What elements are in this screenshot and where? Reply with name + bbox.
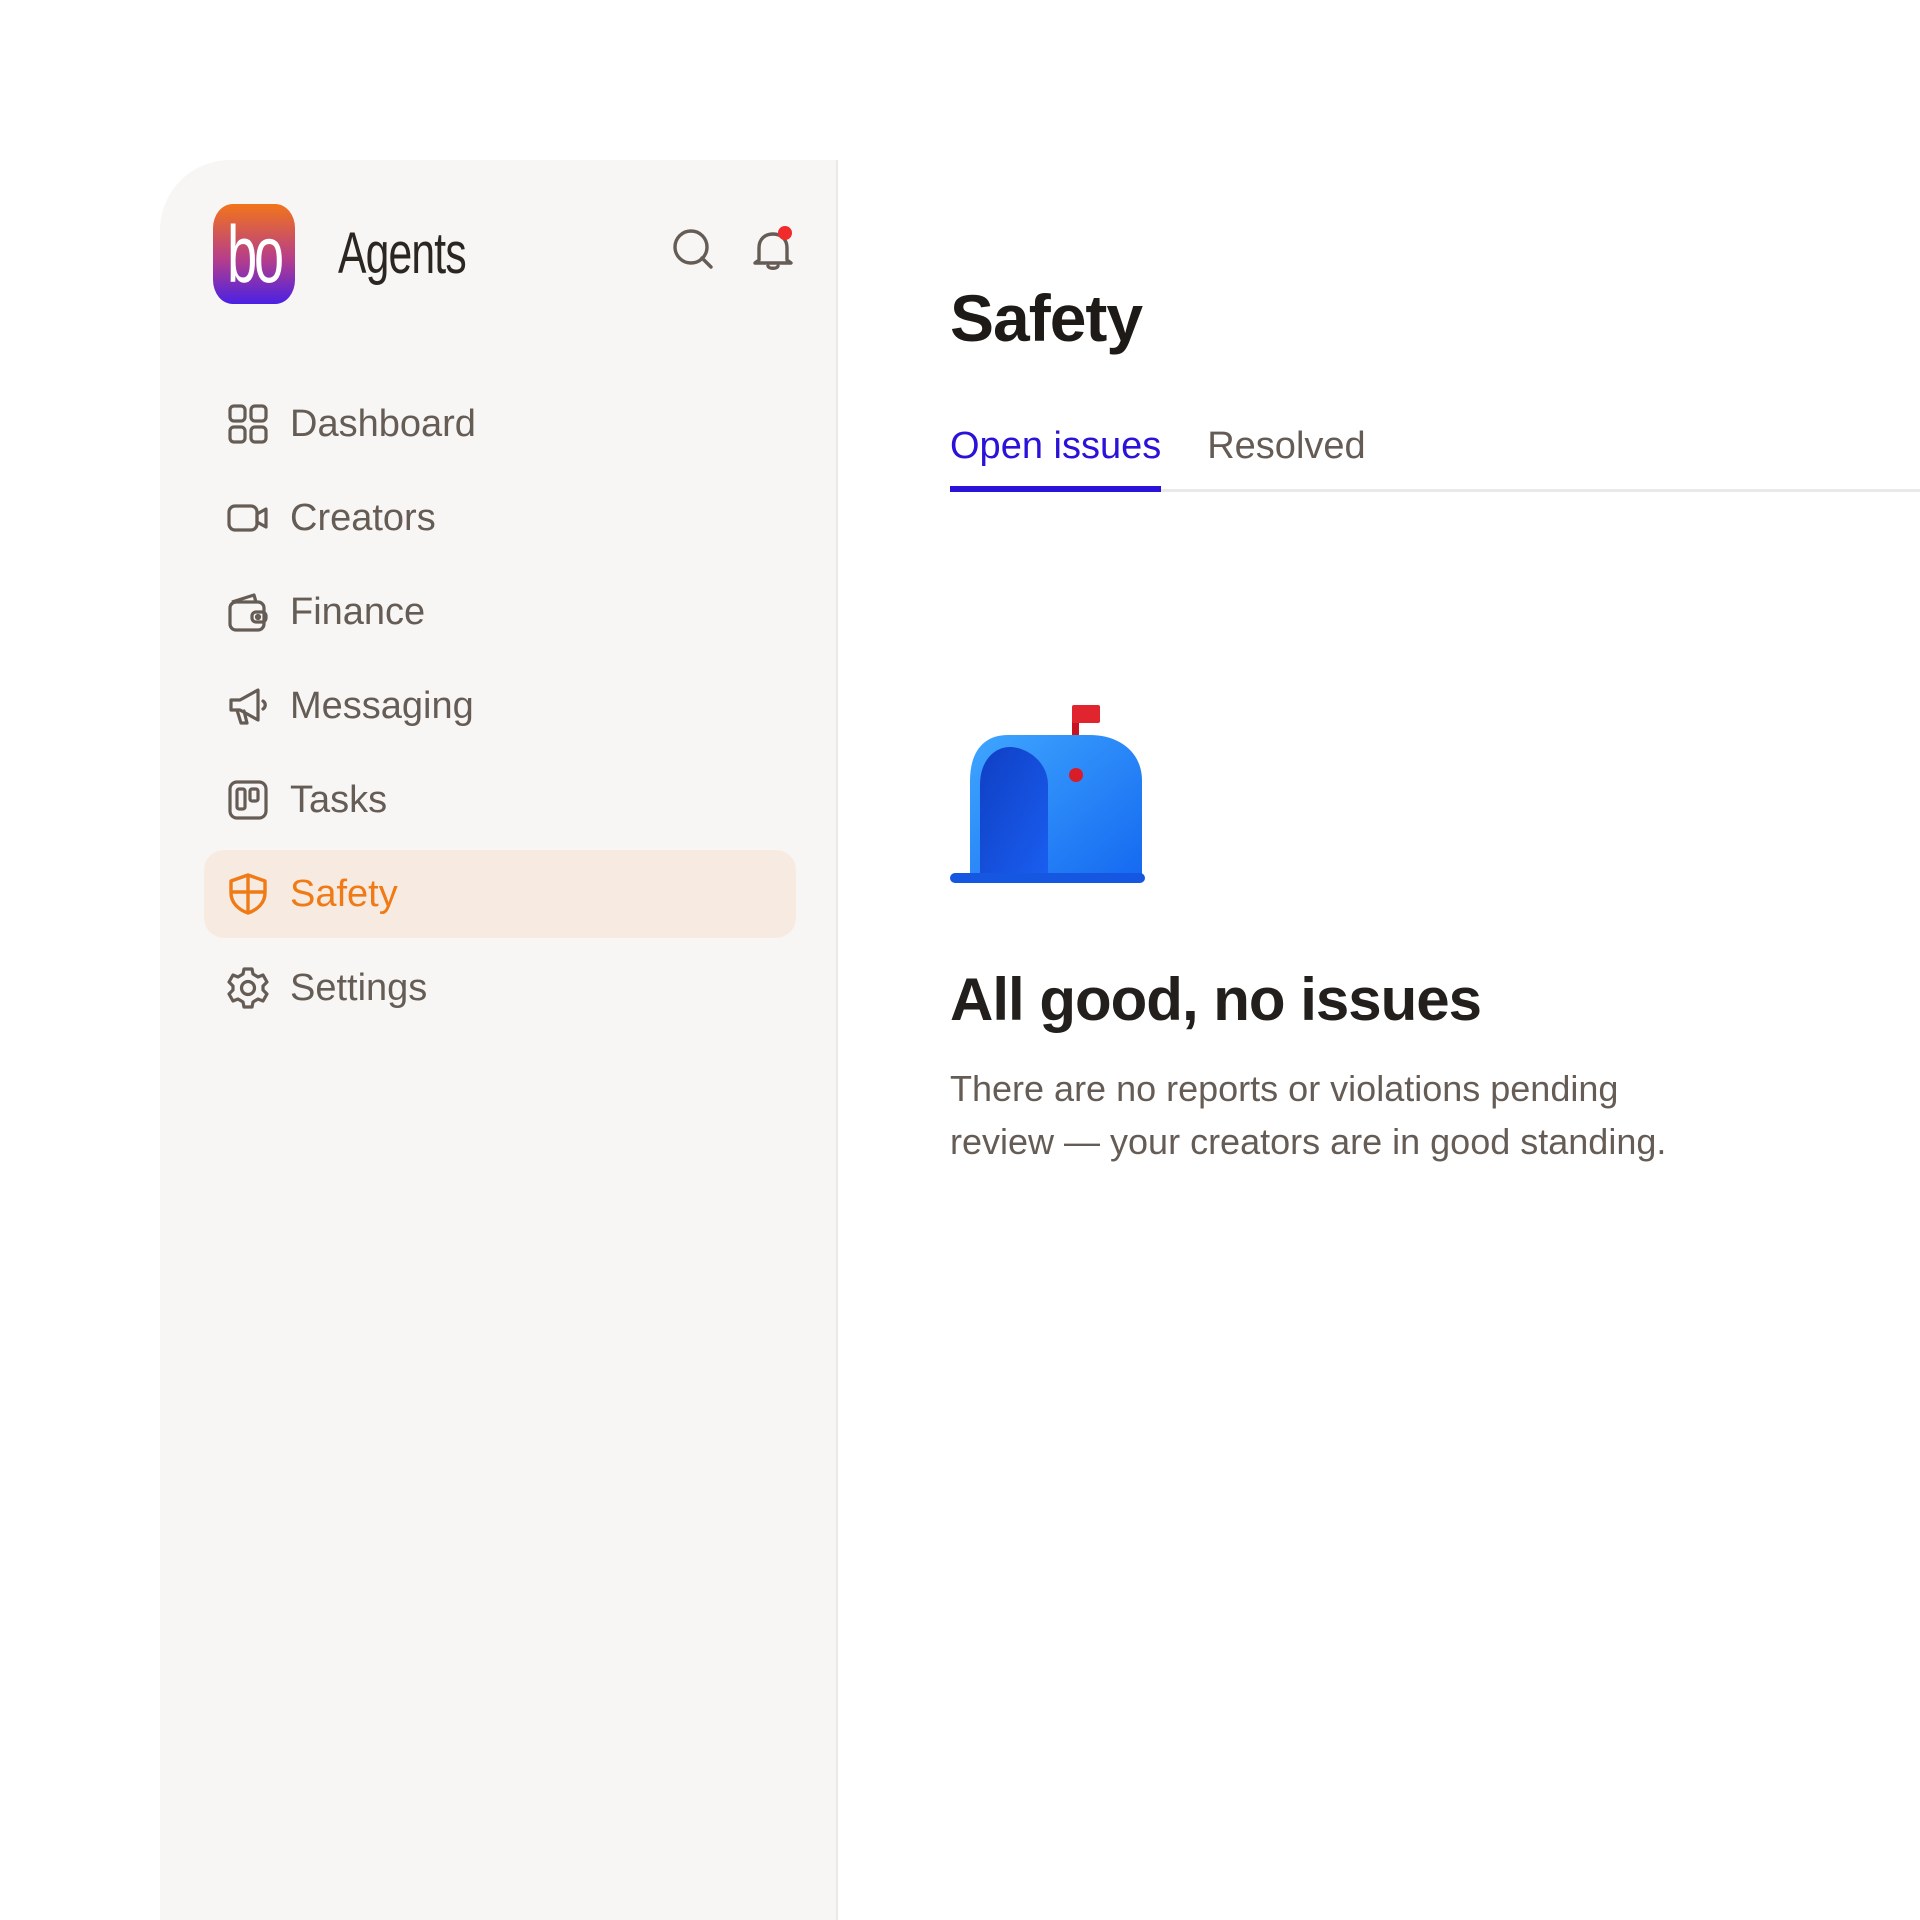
notification-dot xyxy=(778,226,792,240)
empty-state-title: All good, no issues xyxy=(950,966,1482,1033)
sidebar-item-safety[interactable]: Safety xyxy=(204,850,796,938)
shield-icon xyxy=(226,872,270,916)
sidebar-item-label: Dashboard xyxy=(290,402,476,445)
sidebar-item-label: Messaging xyxy=(290,684,474,727)
mailbox-icon xyxy=(950,705,1146,885)
sidebar-item-finance[interactable]: Finance xyxy=(204,568,796,656)
empty-state-description: There are no reports or violations pendi… xyxy=(950,1068,1667,1162)
sidebar-item-label: Creators xyxy=(290,496,436,539)
sidebar-item-dashboard[interactable]: Dashboard xyxy=(204,380,796,468)
search-icon[interactable] xyxy=(670,226,716,272)
app-name: Agents xyxy=(338,222,467,287)
app-name-text: Agents xyxy=(338,221,467,287)
tab-bar: Open issues Resolved xyxy=(950,405,1920,492)
sidebar-item-label: Tasks xyxy=(290,778,388,821)
sidebar: bo Agents Dashboard Creators Finance Mes… xyxy=(160,160,838,1920)
brand[interactable]: bo Agents xyxy=(204,204,494,304)
sidebar-nav: Dashboard Creators Finance Messaging Tas… xyxy=(204,380,796,1038)
tab-resolved[interactable]: Resolved xyxy=(1207,427,1365,489)
app-window: bo Agents Dashboard Creators Finance Mes… xyxy=(0,0,1920,1920)
grid-icon xyxy=(226,402,270,446)
sidebar-item-messaging[interactable]: Messaging xyxy=(204,662,796,750)
sidebar-item-label: Settings xyxy=(290,966,428,1009)
sidebar-item-label: Finance xyxy=(290,590,426,633)
sidebar-item-tasks[interactable]: Tasks xyxy=(204,756,796,844)
bell-icon[interactable] xyxy=(750,226,796,272)
app-logo: bo xyxy=(213,204,295,304)
header-actions xyxy=(670,226,796,272)
sidebar-item-label: Safety xyxy=(290,872,398,915)
wallet-icon xyxy=(226,590,270,634)
page-title: Safety xyxy=(950,281,1143,355)
empty-state: All good, no issues There are no reports… xyxy=(950,705,1710,1168)
gear-icon xyxy=(226,966,270,1010)
video-icon xyxy=(226,496,270,540)
logo-text: bo xyxy=(227,208,284,300)
megaphone-icon xyxy=(226,684,270,728)
sidebar-item-creators[interactable]: Creators xyxy=(204,474,796,562)
sidebar-item-settings[interactable]: Settings xyxy=(204,944,796,1032)
kanban-icon xyxy=(226,778,270,822)
tab-open-issues[interactable]: Open issues xyxy=(950,427,1162,492)
main-content: Safety Open issues Resolved All good, no… xyxy=(838,160,1920,1920)
